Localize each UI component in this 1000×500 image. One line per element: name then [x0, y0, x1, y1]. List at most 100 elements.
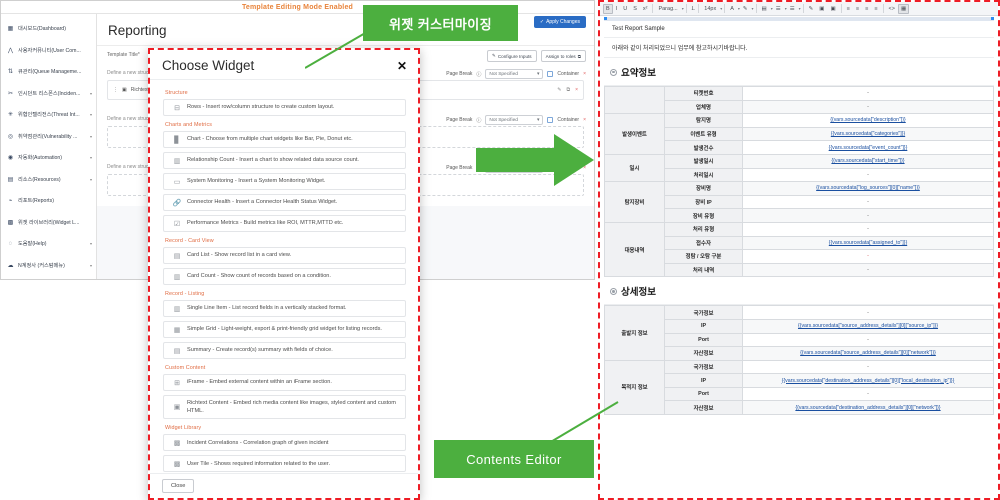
- row-value: {{vars.sourcedata["description"]}}: [742, 113, 994, 128]
- sidebar-item-5[interactable]: ◎ 취약점관리(Vulnerability ... ▾: [1, 126, 96, 148]
- callout-widget-label: 위젯 커스터마이징: [389, 16, 492, 32]
- sidebar-item-9[interactable]: ▩ 위젯 라이브러리(Widget L...: [1, 212, 96, 234]
- widget-option-label: Rows - Insert row/column structure to cr…: [187, 104, 335, 111]
- variable-expression[interactable]: {{vars.sourcedata["assigned_to"]}}: [829, 240, 907, 246]
- widget-option-3-2[interactable]: ▤ Summary - Create record(s) summary with…: [163, 342, 406, 359]
- close-icon[interactable]: ✕: [397, 60, 407, 72]
- page-break-select[interactable]: Not Specified ▾: [485, 115, 544, 125]
- widget-option-2-1[interactable]: ▥ Card Count - Show count of records base…: [163, 268, 406, 285]
- widget-option-5-0[interactable]: ▩ Incident Correlations - Correlation gra…: [163, 434, 406, 452]
- widget-option-1-2[interactable]: ▭ System Monitoring - Insert a System Mon…: [163, 173, 406, 190]
- table-row: 출발지 정보 국가정보 -: [604, 305, 994, 361]
- widget-option-4-1[interactable]: ▣ Richtext Content - Embed rich media con…: [163, 395, 406, 420]
- variable-expression[interactable]: {{vars.sourcedata["description"]}}: [830, 117, 906, 123]
- chevron-down-icon[interactable]: ▾: [752, 6, 754, 11]
- media-button[interactable]: ▣: [827, 4, 838, 14]
- resize-handle-left[interactable]: [604, 17, 607, 20]
- row-key: 이벤트 유형: [664, 126, 743, 142]
- sidebar-item-2[interactable]: ⇅ 큐관리(Queue Manageme...: [1, 61, 96, 83]
- chevron-down-icon[interactable]: ▾: [682, 6, 684, 11]
- page-break-label: Page Break: [446, 165, 473, 171]
- widget-option-4-0[interactable]: ⊞ iFrame - Embed external content within …: [163, 374, 406, 391]
- variable-expression[interactable]: {{vars.sourcedata["event_count"]}}: [829, 145, 908, 151]
- code-button[interactable]: <>: [886, 4, 898, 14]
- widget-option-2-0[interactable]: ▤ Card List - Show record list in a card …: [163, 247, 406, 264]
- sidebar-item-4[interactable]: ✳ 위협인텔리전스(Threat Int... ▾: [1, 104, 96, 126]
- user-tile-icon: ▩: [173, 460, 181, 468]
- page-break-select[interactable]: Not Specified ▾: [485, 69, 544, 79]
- assign-to-roles-button[interactable]: Assign to roles ⧉: [540, 50, 586, 62]
- table-button[interactable]: ▤: [759, 4, 770, 14]
- paragraph-select[interactable]: Parag...: [655, 4, 680, 14]
- empty-value: -: [867, 212, 869, 219]
- resize-handle-right[interactable]: [991, 17, 994, 20]
- close-button[interactable]: Close: [162, 479, 195, 493]
- delete-icon[interactable]: ×: [575, 87, 578, 93]
- duplicate-icon[interactable]: ⧉: [567, 87, 571, 93]
- info-icon[interactable]: ⓘ: [476, 117, 481, 124]
- variable-expression[interactable]: {{vars.sourcedata["start_time"]}}: [831, 158, 904, 164]
- info-icon[interactable]: ⓘ: [476, 71, 481, 78]
- remove-icon[interactable]: ×: [583, 71, 586, 77]
- superscript-button[interactable]: x²: [640, 4, 651, 14]
- align-justify-button[interactable]: ≡: [871, 4, 880, 14]
- align-center-button[interactable]: ≡: [853, 4, 862, 14]
- sidebar-item-11[interactable]: ☁ N계정사 (커스텀메뉴) ▾: [1, 255, 96, 277]
- align-right-button[interactable]: ≡: [862, 4, 871, 14]
- editor-document[interactable]: Test Report Sample 아래와 같이 처리되었으니 업무에 참고하…: [600, 17, 998, 498]
- strikethrough-button[interactable]: S: [630, 4, 640, 14]
- chevron-down-icon[interactable]: ▾: [720, 6, 722, 11]
- widget-option-1-4[interactable]: ☑ Performance Metrics - Build metrics lik…: [163, 215, 406, 232]
- text-color-button[interactable]: A: [727, 4, 737, 14]
- drag-handle-icon[interactable]: ⋮: [113, 87, 118, 93]
- chevron-down-icon: ▾: [89, 90, 92, 96]
- variable-expression[interactable]: {{vars.sourcedata["destination_address_d…: [795, 405, 940, 411]
- highlight-color-button[interactable]: ✎: [740, 4, 751, 14]
- configure-inputs-button[interactable]: ✎ Configure Inputs: [487, 50, 537, 62]
- variable-expression[interactable]: {{vars.sourcedata["destination_address_d…: [782, 378, 955, 384]
- font-size-select[interactable]: 14px: [701, 4, 719, 14]
- widget-option-0-0[interactable]: ⊟ Rows - Insert row/column structure to c…: [163, 99, 406, 116]
- section-header-0: 요약정보: [604, 58, 994, 86]
- widget-option-1-1[interactable]: ▥ Relationship Count - Insert a chart to …: [163, 152, 406, 169]
- variable-expression[interactable]: {{vars.sourcedata["log_sources"][0]["nam…: [816, 185, 920, 191]
- number-list-button[interactable]: ☰: [787, 4, 798, 14]
- variable-expression[interactable]: {{vars.sourcedata["source_address_detail…: [798, 323, 938, 329]
- sidebar-item-10[interactable]: ◌ 도움말(Help) ▾: [1, 233, 96, 255]
- widget-option-label: Richtext Content - Embed rich media cont…: [187, 400, 396, 415]
- widget-option-3-0[interactable]: ▥ Single Line Item - List record fields i…: [163, 300, 406, 317]
- chevron-down-icon[interactable]: ▾: [799, 6, 801, 11]
- widget-option-1-0[interactable]: ▊ Chart - Choose from multiple chart widg…: [163, 131, 406, 148]
- metrics-icon: ☑: [173, 220, 181, 228]
- widget-option-1-3[interactable]: 🔗 Connector Health - Insert a Connector H…: [163, 194, 406, 211]
- community-icon: ⋀: [8, 47, 13, 54]
- sidebar-item-0[interactable]: ▦ 대시보드(Dashboard): [1, 18, 96, 40]
- clear-format-button[interactable]: I̶: [689, 4, 697, 14]
- chevron-down-icon: ▾: [89, 262, 92, 268]
- variable-expression[interactable]: {{vars.sourcedata["source_address_detail…: [800, 350, 936, 356]
- pencil-button[interactable]: ✎: [806, 4, 817, 14]
- check-icon: ✓: [539, 19, 545, 25]
- sidebar-item-7[interactable]: ▤ 리소스(Resources) ▾: [1, 169, 96, 191]
- sidebar-item-6[interactable]: ◉ 자동화(Automation) ▾: [1, 147, 96, 169]
- sidebar-item-1[interactable]: ⋀ 사용자커뮤니티(User Com...: [1, 40, 96, 62]
- container-checkbox[interactable]: [547, 71, 554, 77]
- underline-button[interactable]: U: [620, 4, 630, 14]
- bold-button[interactable]: B: [603, 3, 613, 14]
- row-key: 자산정보: [664, 400, 743, 416]
- container-checkbox[interactable]: [547, 117, 554, 123]
- italic-button[interactable]: I: [613, 4, 621, 14]
- widget-option-3-1[interactable]: ▦ Simple Grid - Light-weight, export & pr…: [163, 321, 406, 338]
- bullet-list-button[interactable]: ☰: [773, 4, 784, 14]
- source-button[interactable]: ▦: [897, 3, 910, 14]
- sidebar-item-3[interactable]: ✂ 인시던트 리스폰스(Inciden... ▾: [1, 83, 96, 105]
- row-key: 접수자: [664, 235, 743, 251]
- apply-changes-button[interactable]: ✓ Apply Changes: [533, 16, 586, 28]
- widget-option-5-1[interactable]: ▩ User Tile - Shows required information …: [163, 455, 406, 473]
- sidebar-item-8[interactable]: ⌁ 리포트(Reports): [1, 190, 96, 212]
- remove-icon[interactable]: ×: [583, 117, 586, 123]
- edit-icon[interactable]: ✎: [557, 87, 561, 93]
- align-left-button[interactable]: ≡: [844, 4, 853, 14]
- variable-expression[interactable]: {{vars.sourcedata["categories"]}}: [831, 131, 905, 137]
- image-button[interactable]: ▣: [816, 4, 827, 14]
